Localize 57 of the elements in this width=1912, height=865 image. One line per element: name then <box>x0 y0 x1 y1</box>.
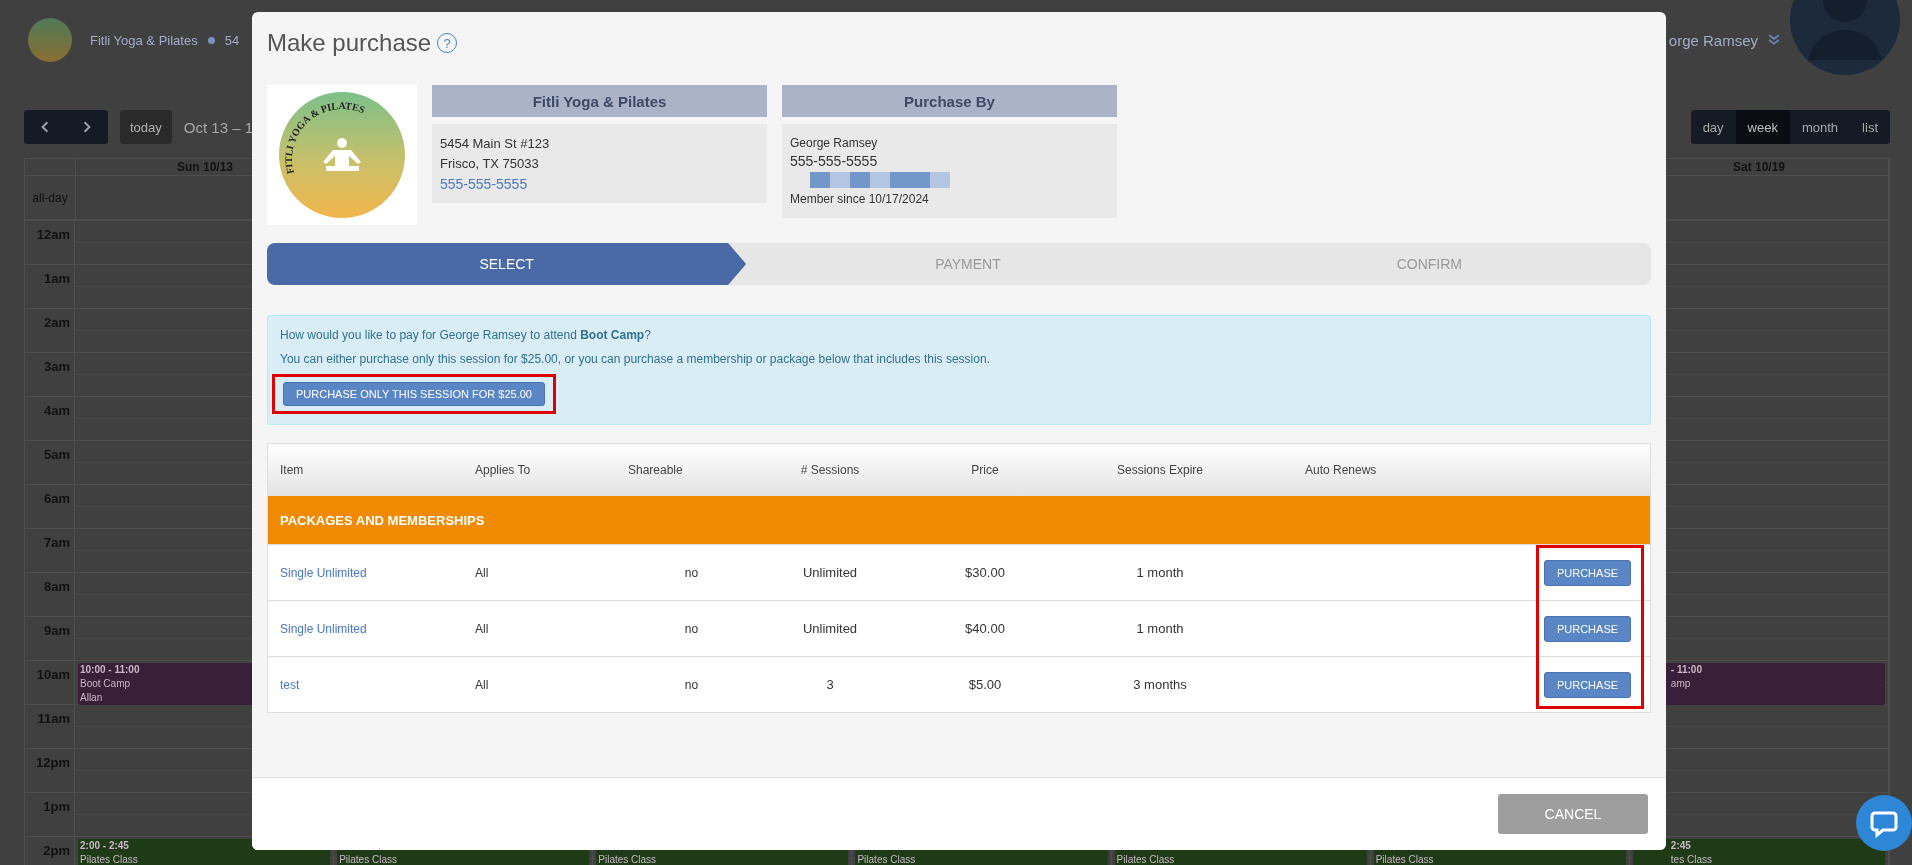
address-line: Frisco, TX 75033 <box>440 155 540 173</box>
date-range: Oct 13 – 1 <box>183 118 254 136</box>
view-tab[interactable]: week <box>1735 110 1790 144</box>
column-header: Item <box>280 463 304 477</box>
business-heading: Fitli Yoga & Pilates <box>432 85 767 117</box>
chevron-down-icon[interactable] <box>1768 34 1780 46</box>
table-cell: no <box>684 677 699 692</box>
phone-link[interactable]: 555-555-5555 <box>440 176 528 192</box>
calendar-event[interactable]: 2:45 tes Class <box>1632 839 1885 865</box>
brand-name: Fitli Yoga & Pilates <box>90 32 198 48</box>
table-cell: 1 month <box>1136 621 1184 636</box>
logo-icon <box>28 18 72 62</box>
table-cell: Unlimited <box>802 621 858 636</box>
table-cell: 3 months <box>1133 677 1187 692</box>
dialog-title: Make purchase <box>267 29 432 57</box>
table-cell: no <box>684 621 699 636</box>
notice-question: How would you like to pay for George Ramsey to attend Boot Camp? <box>280 327 652 344</box>
group-header: PACKAGES AND MEMBERSHIPS <box>268 496 1650 544</box>
column-header: Price <box>971 463 999 477</box>
table-cell: All <box>475 621 489 636</box>
table-cell: no <box>684 565 699 580</box>
table-cell: $5.00 <box>968 677 1002 692</box>
wizard-step: SELECT <box>267 243 747 285</box>
table-cell: $40.00 <box>965 621 1005 636</box>
column-header: Shareable <box>628 463 683 477</box>
today-button[interactable]: today <box>120 110 172 144</box>
table-cell: 1 month <box>1136 565 1184 580</box>
purchaser-phone: 555-555-5555 <box>790 152 879 170</box>
user-name[interactable]: orge Ramsey <box>1668 31 1758 49</box>
column-header: Auto Renews <box>1305 463 1377 477</box>
purchaser-name: George Ramsey <box>790 135 879 152</box>
separator-dot-icon <box>207 36 215 44</box>
address-text: 54 <box>224 32 240 48</box>
wizard-step: PAYMENT <box>728 243 1208 285</box>
purchaser-heading: Purchase By <box>782 85 1117 117</box>
column-header: # Sessions <box>800 463 860 477</box>
table-cell: All <box>475 677 489 692</box>
purchase-session-button[interactable]: PURCHASE ONLY THIS SESSION FOR $25.00 <box>283 382 545 406</box>
address-line: 5454 Main St #123 <box>440 135 551 153</box>
purchase-button[interactable]: PURCHASE <box>1543 671 1632 698</box>
purchase-button[interactable]: PURCHASE <box>1543 559 1632 586</box>
item-link[interactable]: test <box>280 677 300 692</box>
table-cell: 3 <box>826 677 834 692</box>
item-link[interactable]: Single Unlimited <box>280 565 367 580</box>
member-since: Member since 10/17/2024 <box>790 191 930 208</box>
column-header: Sessions Expire <box>1116 463 1203 477</box>
table-cell: Unlimited <box>802 565 858 580</box>
notice-detail: You can either purchase only this session for $25.00, or you can purchase a membership or package below that includes this session. <box>280 351 991 368</box>
item-link[interactable]: Single Unlimited <box>280 621 367 636</box>
chat-button[interactable] <box>1856 795 1912 851</box>
table-cell: All <box>475 565 489 580</box>
chevron-right-icon <box>81 121 93 133</box>
purchase-button[interactable]: PURCHASE <box>1543 615 1632 642</box>
chevron-left-icon <box>39 121 51 133</box>
wizard-step: CONFIRM <box>1189 243 1651 285</box>
column-header: Applies To <box>475 463 531 477</box>
table-cell: $30.00 <box>965 565 1005 580</box>
